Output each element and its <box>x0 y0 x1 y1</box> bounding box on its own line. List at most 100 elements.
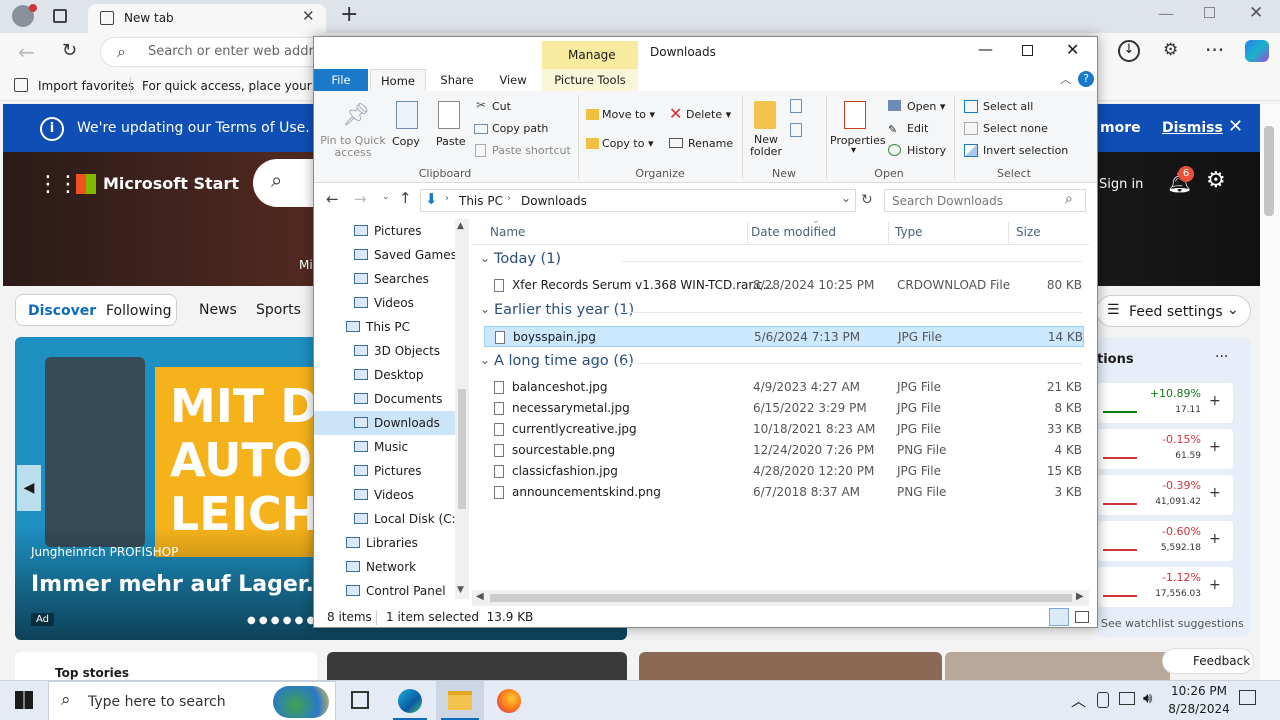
window-maximize-button[interactable] <box>1022 45 1033 56</box>
help-icon[interactable]: ? <box>1078 71 1094 87</box>
file-explorer-icon[interactable] <box>448 691 472 710</box>
history-button[interactable]: History <box>907 144 946 157</box>
tab-following[interactable]: Following <box>106 303 172 319</box>
add-to-watchlist-icon[interactable]: + <box>1209 485 1221 501</box>
new-folder-button[interactable]: New folder <box>748 134 784 158</box>
nav-item[interactable]: Searches <box>314 267 469 291</box>
more-menu-icon[interactable]: ··· <box>1205 38 1224 62</box>
tab-new-tab[interactable]: New tab ✕ <box>88 4 326 33</box>
scroll-left-icon[interactable]: ◀ <box>476 591 484 602</box>
open-button[interactable]: Open ▾ <box>907 100 945 113</box>
select-none-button[interactable]: Select none <box>983 122 1048 135</box>
browser-restore-button[interactable] <box>1204 7 1215 18</box>
nav-item[interactable]: Control Panel <box>314 579 469 599</box>
nav-item[interactable]: Libraries <box>314 531 469 555</box>
import-favorites-link[interactable]: Import favorites <box>38 79 134 93</box>
nav-item[interactable]: Documents <box>314 387 469 411</box>
pin-quick-access-button[interactable]: Pin to Quick access <box>318 135 388 159</box>
windows-start-icon[interactable] <box>15 691 33 709</box>
news-image-1[interactable] <box>327 652 627 680</box>
extensions-icon[interactable]: ⚙ <box>1163 40 1178 60</box>
move-to-button[interactable]: Move to ▾ <box>602 108 655 121</box>
tab-actions-icon[interactable] <box>53 9 67 23</box>
clock-date[interactable]: 8/28/2024 <box>1166 702 1232 716</box>
settings-gear-icon[interactable]: ⚙ <box>1206 168 1226 193</box>
nav-scroll-down-icon[interactable]: ▼ <box>457 585 464 595</box>
refresh-folder-icon[interactable]: ↻ <box>861 192 873 208</box>
column-name[interactable]: Name <box>490 225 525 239</box>
page-scrollbar-thumb[interactable] <box>1264 126 1274 216</box>
new-tab-button[interactable]: + <box>340 2 358 27</box>
nav-item[interactable]: Local Disk (C:) <box>314 507 469 531</box>
dismiss-link[interactable]: Dismiss <box>1162 120 1223 136</box>
nav-item[interactable]: Music <box>314 435 469 459</box>
watchlist-item[interactable]: -1.12% 17,556.03 + <box>1097 567 1233 607</box>
page-search-box[interactable] <box>253 159 313 207</box>
properties-button[interactable]: Properties <box>830 134 886 147</box>
up-icon[interactable]: ↑ <box>399 189 412 207</box>
paste-shortcut-button[interactable]: Paste shortcut <box>492 144 571 157</box>
tab-discover[interactable]: Discover <box>28 303 96 319</box>
ribbon-collapse-icon[interactable]: ︿ <box>1060 71 1071 87</box>
ribbon-tab-view[interactable]: View <box>488 69 538 91</box>
nav-scroll-up-icon[interactable]: ▲ <box>457 221 464 231</box>
nav-item[interactable]: Saved Games <box>314 243 469 267</box>
nav-item[interactable]: Pictures <box>314 219 469 243</box>
watchlist-item[interactable]: -0.15% 61.59 + <box>1097 429 1233 469</box>
column-divider[interactable] <box>888 222 889 244</box>
group-collapse-icon[interactable]: ⌄ <box>480 353 490 367</box>
downloads-icon[interactable]: ↓ <box>1118 40 1140 62</box>
breadcrumb-downloads[interactable]: Downloads <box>521 194 587 208</box>
file-row[interactable]: balanceshot.jpg 4/9/2023 4:27 AM JPG File 2… <box>484 377 1084 398</box>
forward-icon[interactable]: → <box>354 190 367 208</box>
ribbon-tab-home[interactable]: Home <box>370 69 426 91</box>
recent-locations-icon[interactable]: ⌄ <box>382 192 390 202</box>
file-group-header[interactable]: ⌄ Today (1) <box>472 249 1089 273</box>
nav-item[interactable]: Videos <box>314 291 469 315</box>
nav-item[interactable]: Videos <box>314 483 469 507</box>
sign-in-link[interactable]: Sign in <box>1099 177 1143 192</box>
ribbon-tab-share[interactable]: Share <box>432 69 482 91</box>
large-icons-view-icon[interactable] <box>1075 611 1089 623</box>
select-all-button[interactable]: Select all <box>983 100 1033 113</box>
taskbar-search-box[interactable]: ⌕ Type here to search <box>48 681 336 720</box>
easy-access-icon[interactable] <box>790 123 802 137</box>
tab-close-icon[interactable]: ✕ <box>302 7 315 25</box>
watchlist-item[interactable]: -0.60% 5,592.18 + <box>1097 521 1233 561</box>
watchlist-item[interactable]: -0.39% 41,091.42 + <box>1097 475 1233 515</box>
window-close-button[interactable]: ✕ <box>1066 40 1079 59</box>
file-group-header[interactable]: ⌄ A long time ago (6) <box>472 351 1089 375</box>
add-to-watchlist-icon[interactable]: + <box>1209 393 1221 409</box>
column-type[interactable]: Type <box>895 225 923 239</box>
file-row[interactable]: classicfashion.jpg 4/28/2020 12:20 PM JPG … <box>484 461 1084 482</box>
delete-button[interactable]: Delete ▾ <box>686 108 731 121</box>
network-icon[interactable] <box>1119 692 1135 705</box>
banner-close-icon[interactable]: ✕ <box>1228 116 1243 137</box>
window-minimize-button[interactable]: — <box>978 40 993 58</box>
new-item-icon[interactable] <box>790 99 802 113</box>
properties-dropdown-icon[interactable]: ▾ <box>851 145 856 156</box>
edge-icon[interactable] <box>398 689 422 713</box>
news-image-3[interactable] <box>945 652 1170 680</box>
file-row[interactable]: Xfer Records Serum v1.368 WIN-TCD.rar.c.… <box>484 275 1084 296</box>
add-to-watchlist-icon[interactable]: + <box>1209 439 1221 455</box>
carousel-prev-button[interactable]: ◀ <box>17 465 41 511</box>
nav-item[interactable]: 3D Objects <box>314 339 469 363</box>
nav-item[interactable]: Downloads <box>314 411 469 435</box>
column-divider[interactable] <box>1008 222 1009 244</box>
file-row[interactable]: sourcestable.png 12/24/2020 7:26 PM PNG Fi… <box>484 440 1084 461</box>
column-size[interactable]: Size <box>1016 225 1041 239</box>
task-view-icon[interactable] <box>351 691 369 709</box>
breadcrumb-this-pc[interactable]: This PC <box>459 194 503 208</box>
file-row[interactable]: announcementskind.png 6/7/2018 8:37 AM PNG… <box>484 482 1084 503</box>
tray-chevron-icon[interactable]: ︿ <box>1071 690 1086 711</box>
column-date-modified[interactable]: Date modified <box>751 225 836 239</box>
copy-path-button[interactable]: Copy path <box>492 122 548 135</box>
file-row[interactable]: boysspain.jpg 5/6/2024 7:13 PM JPG File 14 … <box>484 326 1084 347</box>
horizontal-scrollbar[interactable]: ◀ ▶ <box>472 590 1089 606</box>
invert-selection-button[interactable]: Invert selection <box>983 144 1068 157</box>
firefox-icon[interactable] <box>497 689 521 713</box>
rename-button[interactable]: Rename <box>688 137 733 150</box>
address-bar[interactable]: ⌕ Search or enter web addres <box>100 37 330 67</box>
browser-minimize-button[interactable]: — <box>1158 4 1174 23</box>
